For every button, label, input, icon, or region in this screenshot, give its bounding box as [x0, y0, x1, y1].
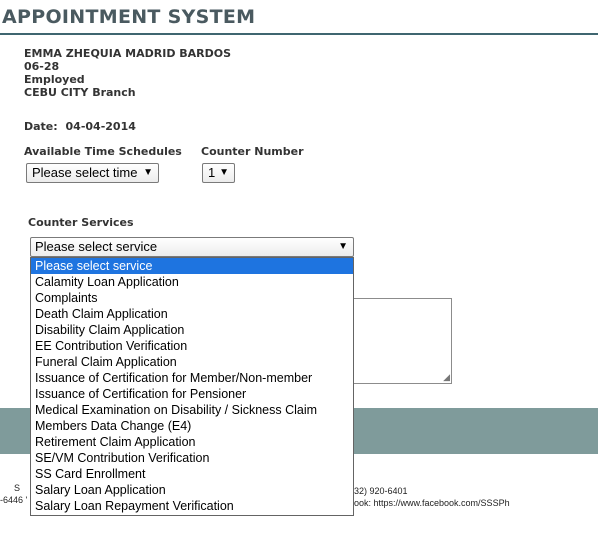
footer-text-fragment: S	[14, 483, 21, 493]
time-schedule-value: Please select time	[32, 165, 138, 180]
counter-services-label: Counter Services	[28, 216, 134, 229]
service-option[interactable]: SE/VM Contribution Verification	[31, 450, 353, 466]
chevron-down-icon: ▼	[338, 241, 348, 252]
service-option[interactable]: Issuance of Certification for Pensioner	[31, 386, 353, 402]
page-title: APPOINTMENT SYSTEM	[2, 6, 256, 28]
date-value: 04-04-2014	[65, 120, 136, 133]
time-schedule-label: Available Time Schedules	[24, 145, 182, 158]
service-option[interactable]: Funeral Claim Application	[31, 354, 353, 370]
chevron-down-icon: ▼	[143, 167, 153, 178]
date-row: Date: 04-04-2014	[24, 120, 136, 133]
resize-grip-icon[interactable]: ◢	[443, 372, 450, 383]
service-option[interactable]: Medical Examination on Disability / Sick…	[31, 402, 353, 418]
service-option[interactable]: Complaints	[31, 290, 353, 306]
remarks-textarea[interactable]: ◢	[352, 298, 452, 384]
member-name: EMMA ZHEQUIA MADRID BARDOS	[24, 47, 232, 60]
service-option[interactable]: Death Claim Application	[31, 306, 353, 322]
services-dropdown-list[interactable]: Please select service Calamity Loan Appl…	[30, 257, 354, 516]
counter-number-value: 1	[208, 165, 216, 180]
time-schedule-select[interactable]: Please select time ▼	[26, 163, 159, 183]
service-option[interactable]: EE Contribution Verification	[31, 338, 353, 354]
service-option[interactable]: Members Data Change (E4)	[31, 418, 353, 434]
service-option[interactable]: SS Card Enrollment	[31, 466, 353, 482]
service-option[interactable]: Disability Claim Application	[31, 322, 353, 338]
member-branch: CEBU CITY Branch	[24, 86, 136, 99]
footer-left-text: -6446 '	[0, 495, 28, 505]
counter-services-value: Please select service	[35, 239, 158, 254]
service-option[interactable]: Salary Loan Repayment Verification	[31, 498, 353, 514]
member-status: Employed	[24, 73, 85, 86]
service-option[interactable]: Retirement Claim Application	[31, 434, 353, 450]
chevron-down-icon: ▼	[219, 167, 229, 178]
service-option[interactable]: Issuance of Certification for Member/Non…	[31, 370, 353, 386]
service-option[interactable]: Calamity Loan Application	[31, 274, 353, 290]
footer-phone: 32) 920-6401	[354, 486, 408, 496]
member-code: 06-28	[24, 60, 60, 73]
footer-contact: 32) 920-6401 ook: https://www.facebook.c…	[354, 485, 510, 509]
counter-number-select[interactable]: 1 ▼	[202, 163, 235, 183]
footer-facebook: ook: https://www.facebook.com/SSSPh	[354, 498, 510, 508]
header-divider	[0, 33, 598, 35]
counter-services-select[interactable]: Please select service ▼	[30, 237, 354, 257]
service-option[interactable]: Salary Loan Application	[31, 482, 353, 498]
service-option[interactable]: Please select service	[31, 258, 353, 274]
member-info: EMMA ZHEQUIA MADRID BARDOS 06-28 Employe…	[24, 47, 231, 99]
counter-number-label: Counter Number	[201, 145, 304, 158]
date-label: Date:	[24, 120, 58, 133]
